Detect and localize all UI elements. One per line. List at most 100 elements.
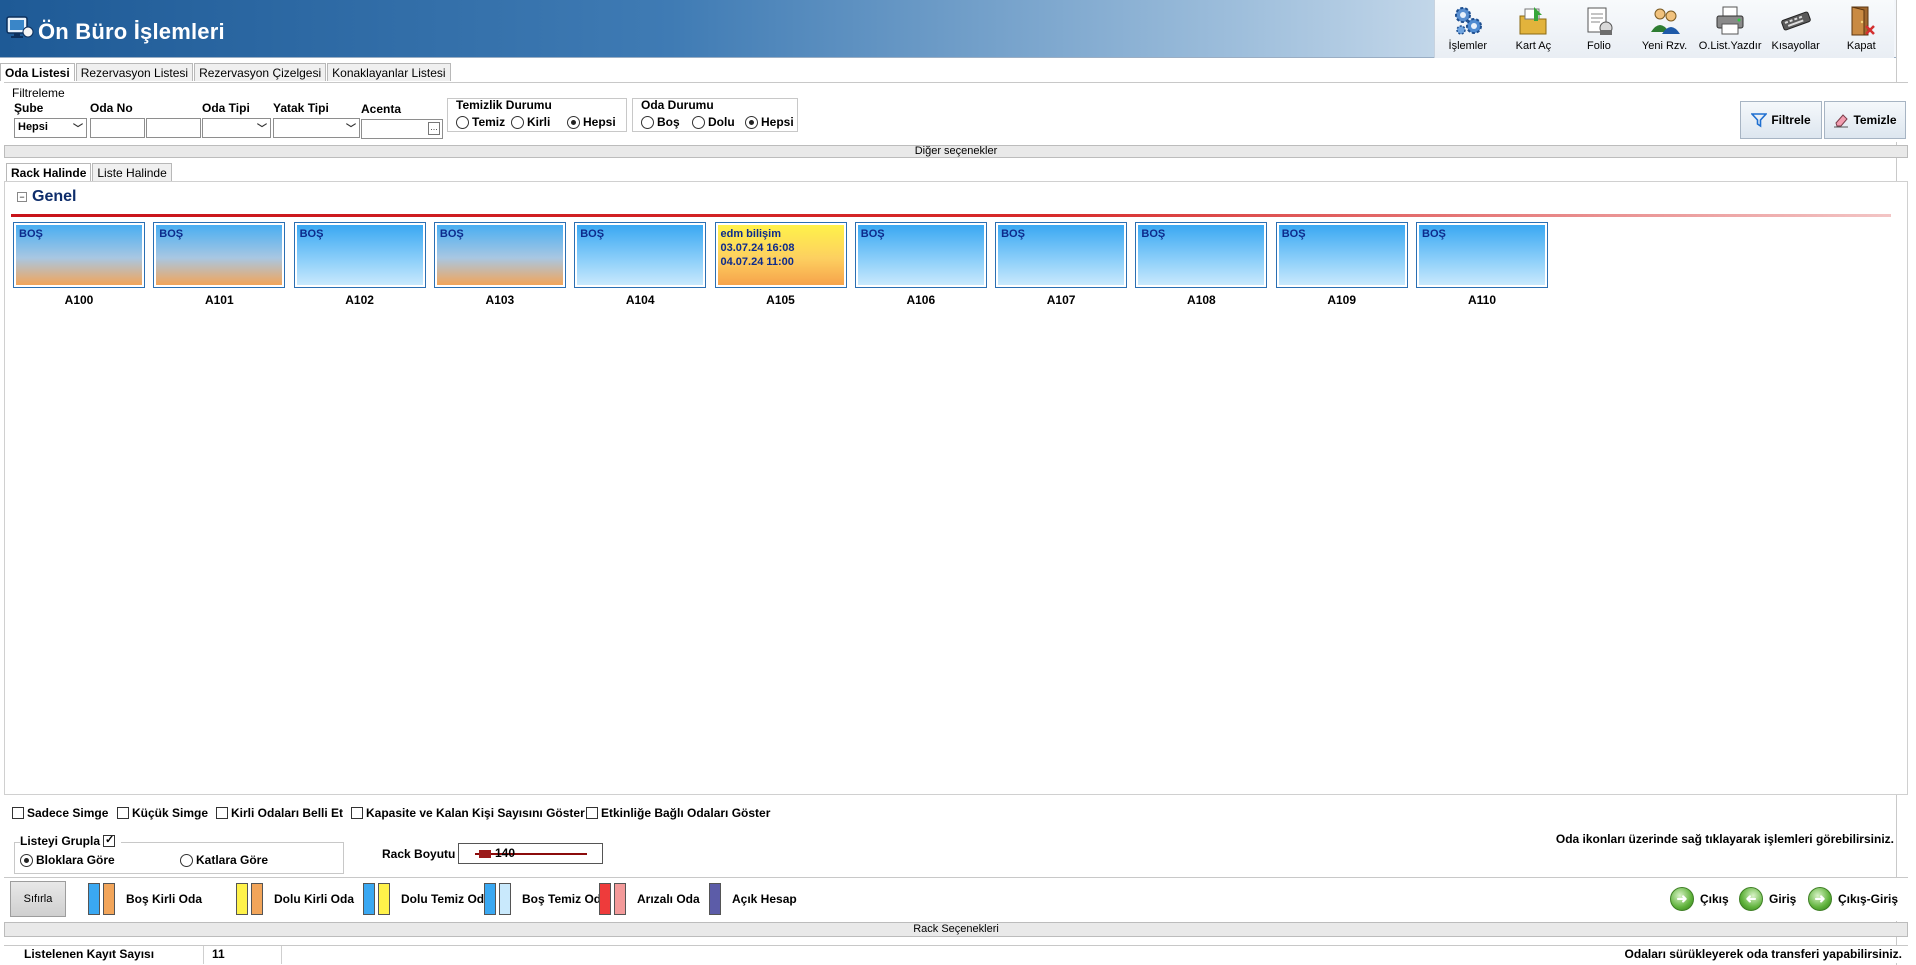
bloklara-gore-radio[interactable]: Bloklara Göre (20, 853, 115, 867)
room-number: A108 (1187, 293, 1216, 307)
oda-durumu-bos-radio[interactable]: Boş (641, 115, 680, 129)
sube-select[interactable]: Hepsi ﹀ (14, 118, 87, 138)
room-tile[interactable]: BOŞ A109 (1275, 222, 1408, 307)
radio-label: Bloklara Göre (36, 853, 115, 867)
room-card[interactable]: BOŞ (293, 222, 426, 288)
temizle-button[interactable]: Temizle (1824, 101, 1906, 139)
radio-dot (456, 115, 469, 129)
cikis-giris-label: Çıkış-Giriş (1838, 892, 1899, 906)
room-number: A101 (204, 293, 234, 307)
oda-no-to-input[interactable] (146, 118, 201, 138)
room-rack-area: − Genel BOŞ A100 BOŞ A101 BOŞ A102 BOŞ A103 BOŞ A… (4, 181, 1908, 795)
room-card[interactable]: BOŞ (574, 222, 707, 288)
room-status-fill: edm bilişim 03.07.24 16:08 04.07.24 11:00 (717, 225, 844, 285)
room-card[interactable]: BOŞ (153, 222, 286, 288)
room-info-line: BOŞ (1422, 228, 1446, 240)
new-reservation-icon (1650, 8, 1680, 34)
sadece-simge-checkbox[interactable]: Sadece Simge (12, 806, 108, 820)
kucuk-simge-checkbox[interactable]: Küçük Simge (117, 806, 208, 820)
legend-label: Dolu Kirli Oda (274, 892, 355, 906)
tab-konaklayanlar-listesi[interactable]: Konaklayanlar Listesi (327, 63, 451, 81)
sifirla-button[interactable]: Sıfırla (10, 881, 66, 917)
record-count-label: Listelenen Kayıt Sayısı (4, 946, 204, 964)
cikis-giris-button[interactable]: ➜ Çıkış-Giriş (1808, 887, 1898, 911)
room-card[interactable]: BOŞ (854, 222, 987, 288)
o-list-yazdir-button[interactable]: O.List.Yazdır (1697, 0, 1763, 58)
ellipsis-button[interactable]: … (428, 122, 440, 135)
etkinlik-odalari-checkbox[interactable]: Etkinliğe Bağlı Odaları Göster (586, 806, 770, 820)
listeyi-grupla-checkbox[interactable]: Listeyi Grupla (20, 833, 122, 848)
radio-label: Temiz (472, 115, 506, 129)
room-tile[interactable]: BOŞ A102 (293, 222, 426, 307)
tab-rezervasyon-listesi[interactable]: Rezervasyon Listesi (75, 63, 194, 81)
oda-tipi-select[interactable]: ﹀ (202, 118, 271, 138)
kirli-odalari-belli-et-checkbox[interactable]: Kirli Odaları Belli Et (216, 806, 343, 820)
radio-label: Katlara Göre (196, 853, 269, 867)
status-bar: Listelenen Kayıt Sayısı 11 Odaları sürük… (4, 945, 1908, 964)
folio-button[interactable]: Folio (1566, 0, 1632, 58)
kisayollar-button[interactable]: Kısayollar (1763, 0, 1829, 58)
room-card[interactable]: edm bilişim 03.07.24 16:08 04.07.24 11:00 (714, 222, 847, 288)
giris-button[interactable]: ➜ Giriş (1739, 887, 1796, 911)
kapat-button[interactable]: Kapat (1828, 0, 1894, 58)
legend-swatch (363, 883, 375, 915)
room-tile[interactable]: BOŞ A100 (13, 222, 145, 307)
room-tile[interactable]: BOŞ A106 (854, 222, 987, 307)
filtrele-button[interactable]: Filtrele (1740, 101, 1822, 139)
radio-dot-selected (567, 115, 580, 129)
legend-label: Dolu Temiz Oda (401, 892, 491, 906)
islemler-button[interactable]: İşlemler (1435, 0, 1501, 58)
acenta-input[interactable]: … (361, 119, 443, 139)
room-status-fill: BOŞ (998, 225, 1125, 285)
kisayollar-label: Kısayollar (1771, 40, 1820, 52)
temizlik-kirli-radio[interactable]: Kirli (511, 115, 550, 129)
gears-icon (1454, 7, 1482, 35)
temizlik-temiz-radio[interactable]: Temiz (456, 115, 505, 129)
room-tile[interactable]: BOŞ A104 (574, 222, 707, 307)
checkbox-label: Küçük Simge (132, 806, 209, 820)
oda-no-from-input[interactable] (90, 118, 145, 138)
temizlik-hepsi-radio[interactable]: Hepsi (567, 115, 616, 129)
room-info-line: BOŞ (1001, 228, 1025, 240)
kapat-label: Kapat (1846, 40, 1876, 52)
diger-secenekler-bar[interactable]: Diğer seçenekler (4, 145, 1908, 158)
collapse-toggle-icon[interactable]: − (17, 192, 27, 202)
room-tile[interactable]: BOŞ A101 (153, 222, 286, 307)
room-card[interactable]: BOŞ (433, 222, 566, 288)
room-card[interactable]: BOŞ (995, 222, 1128, 288)
legend-swatch (614, 883, 626, 915)
room-tile[interactable]: edm bilişim 03.07.24 16:08 04.07.24 11:00 A… (714, 222, 847, 307)
rack-size-slider[interactable]: 140 (458, 843, 603, 864)
checkbox-box (586, 807, 598, 819)
room-tile[interactable]: BOŞ A107 (995, 222, 1128, 307)
room-number: A103 (485, 293, 515, 307)
room-card[interactable]: BOŞ (1275, 222, 1408, 288)
room-card[interactable]: BOŞ (1416, 222, 1548, 288)
room-tile[interactable]: BOŞ A110 (1416, 222, 1548, 307)
katlara-gore-radio[interactable]: Katlara Göre (180, 853, 268, 867)
room-tile[interactable]: BOŞ A103 (433, 222, 566, 307)
kapasite-goster-checkbox[interactable]: Kapasite ve Kalan Kişi Sayısını Göster (351, 806, 585, 820)
room-card[interactable]: BOŞ (1135, 222, 1268, 288)
cikis-button[interactable]: ➜ Çıkış (1670, 887, 1729, 911)
room-number: A110 (1467, 293, 1497, 307)
tab-rezervasyon-cizelgesi[interactable]: Rezervasyon Çizelgesi (194, 63, 327, 81)
tab-liste-halinde[interactable]: Liste Halinde (92, 163, 172, 181)
radio-dot-selected (20, 853, 33, 867)
oda-durumu-hepsi-radio[interactable]: Hepsi (745, 115, 794, 129)
sube-value: Hepsi (18, 121, 48, 133)
slider-thumb[interactable] (479, 850, 491, 858)
funnel-icon (1751, 113, 1768, 128)
legend-label: Boş Kirli Oda (126, 892, 203, 906)
room-tile[interactable]: BOŞ A108 (1135, 222, 1268, 307)
tab-rack-halinde[interactable]: Rack Halinde (6, 163, 92, 181)
rack-secenekleri-bar[interactable]: Rack Seçenekleri (4, 922, 1908, 937)
kart-ac-button[interactable]: Kart Aç (1501, 0, 1567, 58)
chevron-down-icon: ﹀ (346, 124, 356, 135)
yatak-tipi-select[interactable]: ﹀ (273, 118, 360, 138)
room-card[interactable]: BOŞ (13, 222, 145, 288)
radio-dot (641, 115, 654, 129)
tab-oda-listesi[interactable]: Oda Listesi (0, 63, 75, 81)
oda-durumu-dolu-radio[interactable]: Dolu (692, 115, 735, 129)
yeni-rzv-button[interactable]: Yeni Rzv. (1632, 0, 1698, 58)
